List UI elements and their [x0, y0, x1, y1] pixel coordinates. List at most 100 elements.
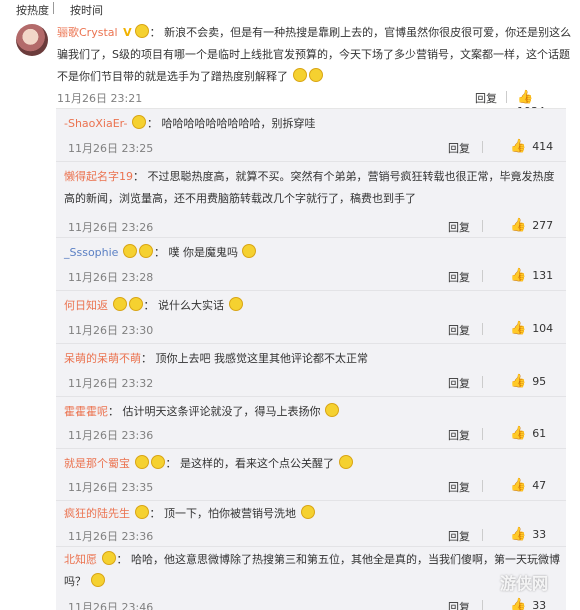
like-button[interactable]: 👍 104	[510, 321, 553, 336]
thumbs-up-icon: 👍	[510, 321, 527, 336]
like-button[interactable]: 👍 33	[510, 527, 546, 542]
list-item: 何日知返 ： 说什么大实话 11月26日 23:30 回复 👍 104	[56, 291, 566, 344]
crown-badge-icon	[134, 24, 149, 38]
smile-emoji-icon	[292, 68, 307, 82]
like-count: 61	[532, 427, 547, 440]
watermark-logo: 游侠网	[500, 574, 549, 593]
reply-timestamp: 11月26日 23:32	[68, 377, 154, 390]
smile-emoji-icon	[308, 68, 323, 82]
reply-timestamp: 11月26日 23:36	[68, 530, 154, 543]
comment-body: 骊歌Crystal V： 新浪不会卖，但是有一种热搜是靠刷上去的，官博虽然你很皮…	[57, 24, 572, 83]
vip-badge-icon: V	[123, 26, 132, 39]
reply-timestamp: 11月26日 23:28	[68, 271, 154, 284]
reply-text: 不过思聪热度高，就算不买。突然有个弟弟，营销号疯狂转载也很正常，毕竟发热度高的新…	[64, 170, 555, 205]
badge-icon	[138, 244, 153, 258]
reply-button[interactable]: 回复	[448, 427, 470, 443]
meta-divider	[482, 529, 483, 541]
like-button[interactable]: 👍 47	[510, 478, 546, 493]
reply-button[interactable]: 回复	[448, 269, 470, 285]
comment-timestamp: 11月26日 23:21	[57, 92, 143, 105]
meta-divider	[482, 270, 483, 282]
avatar[interactable]	[16, 24, 48, 56]
like-count: 95	[532, 375, 547, 388]
reply-timestamp: 11月26日 23:35	[68, 481, 154, 494]
username-link[interactable]: 就是那个蜀宝	[64, 457, 130, 470]
thumbs-up-icon: 👍	[510, 139, 527, 154]
list-item: 懒得起名字19： 不过思聪热度高，就算不买。突然有个弟弟，营销号疯狂转载也很正常…	[56, 162, 566, 238]
like-count: 131	[532, 269, 554, 282]
like-button[interactable]: 👍 61	[510, 426, 546, 441]
like-count: 47	[532, 479, 547, 492]
thumbs-up-icon: 👍	[510, 374, 527, 389]
reply-button[interactable]: 回复	[448, 219, 470, 235]
comment-meta: 11月26日 23:21 回复 👍1934	[57, 90, 567, 118]
thumbs-up-icon: 👍	[517, 90, 534, 105]
like-button[interactable]: 👍 414	[510, 139, 553, 154]
reply-timestamp: 11月26日 23:36	[68, 429, 154, 442]
thumbs-up-icon: 👍	[510, 268, 527, 283]
main-comment: 骊歌Crystal V： 新浪不会卖，但是有一种热搜是靠刷上去的，官博虽然你很皮…	[0, 18, 580, 118]
panda-badge-icon	[134, 505, 149, 519]
badge-icon	[128, 297, 143, 311]
badge-icon	[122, 244, 137, 258]
thumbs-up-icon: 👍	[510, 478, 527, 493]
meta-divider	[482, 141, 483, 153]
reply-text: 顶一下，怕你被营销号洗地	[164, 507, 296, 520]
badge-icon	[101, 551, 116, 565]
panda-badge-icon	[150, 455, 165, 469]
username-link[interactable]: 何日知返	[64, 299, 108, 312]
thumbs-up-icon: 👍	[510, 218, 527, 233]
meta-divider	[482, 428, 483, 440]
reply-button[interactable]: 回复	[448, 375, 470, 391]
reply-button[interactable]: 回复	[475, 90, 497, 106]
username-link[interactable]: 骊歌Crystal	[57, 26, 118, 39]
username-link[interactable]: -ShaoXiaEr-	[64, 117, 127, 130]
cat-emoji-icon	[300, 505, 315, 519]
list-item: 霍霍霍呢： 估计明天这条评论就没了，得马上表扬你 11月26日 23:36 回复…	[56, 397, 566, 449]
meta-divider	[482, 220, 483, 232]
username-link[interactable]: _Sssophie	[64, 246, 118, 259]
thumbs-up-icon: 👍	[510, 426, 527, 441]
username-link[interactable]: 呆萌的呆萌不萌	[64, 352, 141, 365]
reply-timestamp: 11月26日 23:26	[68, 221, 154, 234]
list-item: 北知愿 ： 哈哈，他这意思微博除了热搜第三和第五位，其他全是真的，当我们傻啊，第…	[56, 547, 566, 610]
meta-divider	[482, 376, 483, 388]
badge-icon	[112, 297, 127, 311]
thumbs-up-icon: 👍	[510, 527, 527, 542]
reply-button[interactable]: 回复	[448, 599, 470, 610]
smile-emoji-icon	[228, 297, 243, 311]
reply-text: 噗 你是魔鬼吗	[168, 246, 238, 259]
reply-timestamp: 11月26日 23:30	[68, 324, 154, 337]
username-link[interactable]: 疯狂的陆先生	[64, 507, 130, 520]
like-button[interactable]: 👍 95	[510, 374, 546, 389]
reply-button[interactable]: 回复	[448, 528, 470, 544]
reply-text: 哈哈哈哈哈哈哈哈哈，别拆穿哇	[161, 117, 316, 130]
badge-icon	[131, 115, 146, 129]
reply-button[interactable]: 回复	[448, 140, 470, 156]
sort-by-hot-tab[interactable]: 按热度	[16, 2, 49, 18]
reply-timestamp: 11月26日 23:25	[68, 142, 154, 155]
like-button[interactable]: 👍 277	[510, 218, 553, 233]
reply-text: 是这样的，看来这个点公关醒了	[180, 457, 334, 470]
reply-list: -ShaoXiaEr- ： 哈哈哈哈哈哈哈哈哈，别拆穿哇 11月26日 23:2…	[56, 108, 566, 610]
meta-divider	[482, 323, 483, 335]
like-count: 277	[532, 219, 554, 232]
reply-text: 说什么大实话	[158, 299, 224, 312]
list-item: 疯狂的陆先生 ： 顶一下，怕你被营销号洗地 11月26日 23:36 回复 👍 3…	[56, 501, 566, 547]
like-button[interactable]: 👍 131	[510, 268, 553, 283]
username-link[interactable]: 北知愿	[64, 553, 97, 566]
smile-emoji-icon	[338, 455, 353, 469]
username-link[interactable]: 懒得起名字19	[64, 170, 133, 183]
smile-emoji-icon	[242, 244, 257, 258]
list-item: -ShaoXiaEr- ： 哈哈哈哈哈哈哈哈哈，别拆穿哇 11月26日 23:2…	[56, 109, 566, 162]
reply-button[interactable]: 回复	[448, 479, 470, 495]
sort-bar: 按热度 按时间	[0, 0, 580, 18]
username-link[interactable]: 霍霍霍呢	[64, 405, 108, 418]
reply-button[interactable]: 回复	[448, 322, 470, 338]
list-item: _Sssophie ： 噗 你是魔鬼吗 11月26日 23:28 回复 👍 131	[56, 238, 566, 291]
sort-by-time-tab[interactable]: 按时间	[70, 2, 103, 18]
reply-text: 顶你上去吧 我感觉这里其他评论都不太正常	[155, 352, 369, 365]
reply-text: 估计明天这条评论就没了，得马上表扬你	[122, 405, 321, 418]
like-count: 414	[532, 140, 554, 153]
badge-icon	[134, 455, 149, 469]
